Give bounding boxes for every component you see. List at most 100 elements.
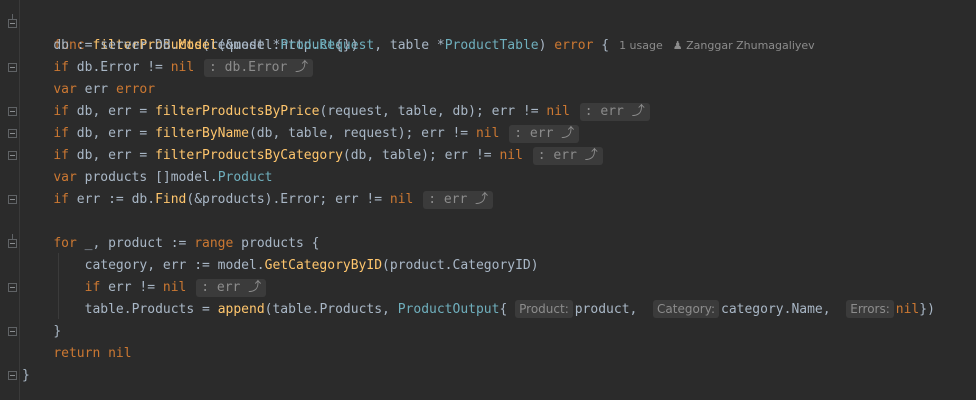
nil-literal: nil bbox=[546, 104, 570, 119]
hint-text: : db.Error bbox=[209, 60, 288, 75]
fold-toggle-icon[interactable] bbox=[8, 327, 17, 336]
code-text: db := server.DB. bbox=[53, 38, 179, 53]
code-editor[interactable]: func filterProducts(request *http.Reques… bbox=[8, 13, 976, 387]
code-text: {}) bbox=[335, 38, 359, 53]
fold-toggle-icon[interactable] bbox=[8, 129, 17, 138]
keyword: if bbox=[84, 280, 101, 295]
code-line[interactable]: } bbox=[8, 365, 976, 387]
code-line[interactable]: var products []model.Product bbox=[22, 167, 976, 189]
code-line-empty[interactable] bbox=[22, 211, 976, 233]
code-line[interactable]: if db, err = filterProductsByPrice(reque… bbox=[8, 101, 976, 123]
type-name: error bbox=[115, 82, 156, 97]
fold-toggle-icon[interactable] bbox=[8, 195, 17, 204]
code-line[interactable]: table.Products = append(table.Products, … bbox=[22, 299, 976, 321]
code-text: db, err = bbox=[68, 126, 156, 141]
function-call: filterProductsByCategory bbox=[155, 148, 343, 163]
return-arrow-icon: ⤴ bbox=[475, 192, 489, 207]
code-text: (&products).Error; err != bbox=[186, 192, 390, 207]
keyword: range bbox=[194, 236, 234, 251]
code-line[interactable]: return nil bbox=[22, 343, 976, 365]
code-text: db, err = bbox=[68, 104, 156, 119]
return-arrow-icon: ⤴ bbox=[295, 60, 309, 75]
nil-literal: nil bbox=[162, 280, 187, 295]
code-text: (request, table, db); err != bbox=[319, 104, 547, 119]
code-text: { bbox=[499, 302, 508, 317]
code-line[interactable]: if db.Error != nil : db.Error ⤴ bbox=[8, 57, 976, 79]
hint-text: : err bbox=[428, 192, 468, 207]
code-line[interactable]: db := server.DB.Model(&model.Product{}) bbox=[22, 35, 976, 57]
hint-text: : err bbox=[584, 104, 624, 119]
return-arrow-icon: ⤴ bbox=[561, 126, 575, 141]
keyword: if bbox=[53, 126, 69, 141]
parameter-hint[interactable]: Product: bbox=[515, 300, 573, 318]
type-name: Product bbox=[217, 170, 273, 185]
hint-text: : err bbox=[514, 126, 554, 141]
code-line[interactable]: } bbox=[8, 321, 976, 343]
code-line[interactable]: if db, err = filterProductsByCategory(db… bbox=[8, 145, 976, 167]
type-name: Product bbox=[280, 38, 336, 53]
fold-toggle-icon[interactable] bbox=[8, 14, 17, 28]
code-text: _, product := bbox=[76, 236, 195, 251]
parameter-hint[interactable]: Category: bbox=[653, 300, 719, 318]
code-line[interactable]: if err != nil : err ⤴ bbox=[8, 277, 976, 299]
gutter-divider bbox=[19, 0, 20, 400]
code-text: } bbox=[53, 324, 62, 339]
code-text: err bbox=[76, 82, 116, 97]
code-line[interactable]: category, err := model.GetCategoryByID(p… bbox=[22, 255, 976, 277]
code-text: }) bbox=[919, 302, 935, 317]
code-text: (product.CategoryID) bbox=[382, 258, 539, 273]
code-line[interactable]: if err := db.Find(&products).Error; err … bbox=[8, 189, 976, 211]
fold-toggle-icon[interactable] bbox=[8, 107, 17, 116]
parameter-hint[interactable]: Errors: bbox=[846, 300, 894, 318]
nil-literal: nil bbox=[108, 346, 132, 361]
code-text: products { bbox=[233, 236, 320, 251]
code-text: product, bbox=[574, 302, 646, 317]
code-text: category, err := model. bbox=[84, 258, 265, 273]
code-text: db.Error != bbox=[68, 60, 171, 75]
nil-literal: nil bbox=[170, 60, 195, 75]
code-line[interactable]: var err error bbox=[22, 79, 976, 101]
function-call: filterProductsByPrice bbox=[155, 104, 320, 119]
code-line-signature[interactable]: func filterProducts(request *http.Reques… bbox=[8, 13, 976, 53]
code-text: (db, table, request); err != bbox=[248, 126, 476, 141]
keyword: if bbox=[53, 192, 69, 207]
fold-toggle-icon[interactable] bbox=[8, 63, 17, 72]
hint-text: : err bbox=[537, 148, 577, 163]
fold-toggle-icon[interactable] bbox=[8, 234, 17, 248]
fold-toggle-icon[interactable] bbox=[8, 283, 17, 292]
return-arrow-icon: ⤴ bbox=[631, 104, 645, 119]
code-text: (db, table); err != bbox=[342, 148, 500, 163]
keyword: var bbox=[53, 82, 77, 97]
code-text: (table.Products, bbox=[264, 302, 398, 317]
function-call: GetCategoryByID bbox=[264, 258, 383, 273]
nil-literal: nil bbox=[475, 126, 500, 141]
code-text: table.Products = bbox=[84, 302, 218, 317]
inlay-hint[interactable]: : err ⤴ bbox=[196, 279, 267, 297]
function-call: append bbox=[217, 302, 265, 317]
hint-text: : err bbox=[201, 280, 241, 295]
code-text: db, err = bbox=[68, 148, 156, 163]
keyword: if bbox=[53, 60, 69, 75]
code-line[interactable]: if db, err = filterByName(db, table, req… bbox=[8, 123, 976, 145]
inlay-hint[interactable]: : err ⤴ bbox=[423, 191, 494, 209]
nil-literal: nil bbox=[499, 148, 523, 163]
function-call: Find bbox=[155, 192, 187, 207]
code-text: err != bbox=[100, 280, 163, 295]
inlay-hint[interactable]: : err ⤴ bbox=[509, 125, 580, 143]
fold-toggle-icon[interactable] bbox=[8, 151, 17, 160]
type-name: ProductOutput bbox=[397, 302, 500, 317]
keyword: if bbox=[53, 148, 69, 163]
code-text: category.Name, bbox=[721, 302, 839, 317]
inlay-hint[interactable]: : err ⤴ bbox=[579, 103, 650, 121]
keyword: var bbox=[53, 170, 77, 185]
inlay-hint[interactable]: : err ⤴ bbox=[532, 147, 603, 165]
inlay-hint[interactable]: : db.Error ⤴ bbox=[204, 59, 314, 77]
code-line[interactable]: for _, product := range products { bbox=[8, 233, 976, 255]
code-text: (&model. bbox=[217, 38, 281, 53]
code-text: } bbox=[22, 368, 30, 383]
fold-toggle-icon[interactable] bbox=[8, 371, 17, 380]
keyword: return bbox=[53, 346, 101, 361]
keyword: for bbox=[53, 236, 77, 251]
code-text: err := db. bbox=[68, 192, 156, 207]
return-arrow-icon: ⤴ bbox=[584, 148, 598, 163]
